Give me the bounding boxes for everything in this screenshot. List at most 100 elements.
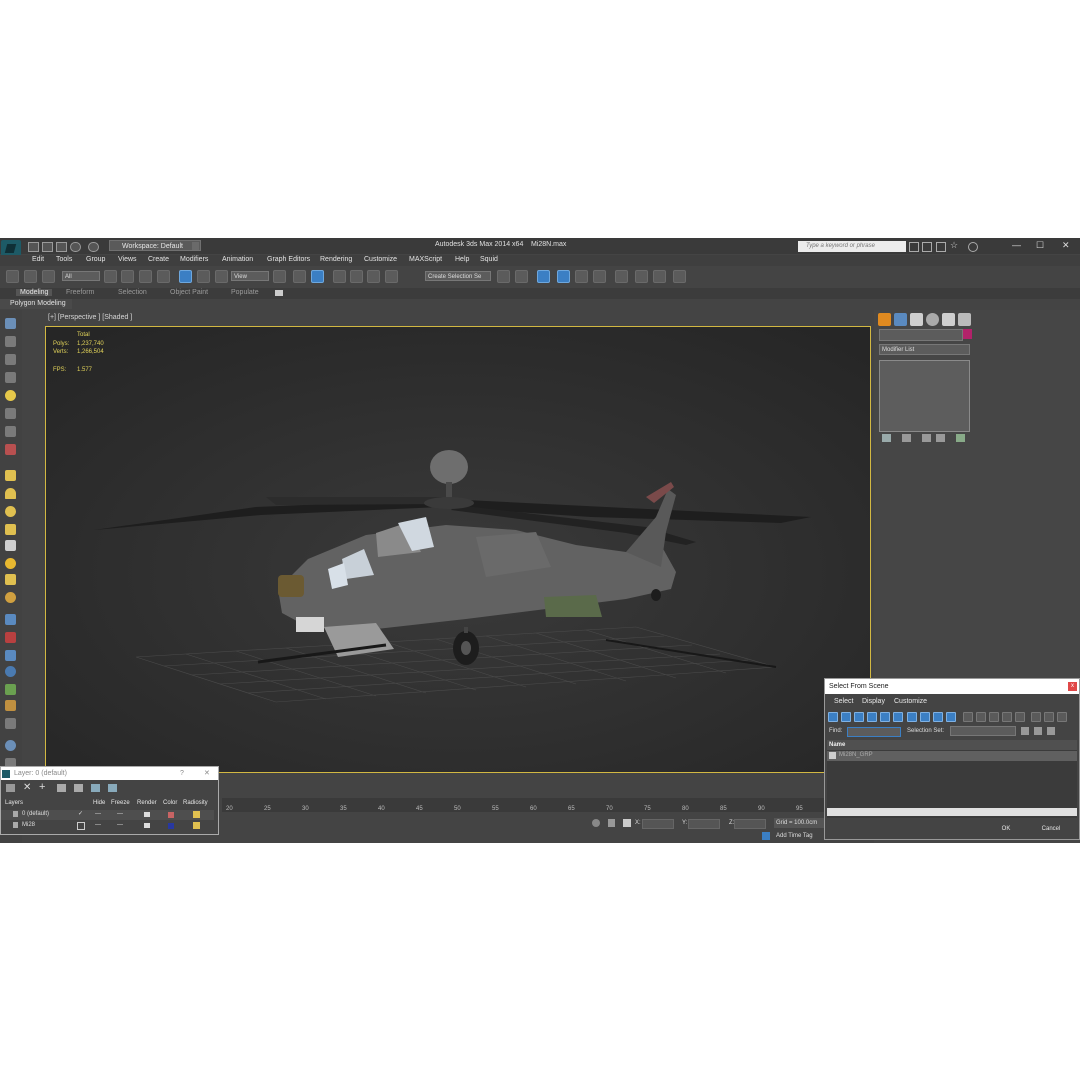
filter-cameras-icon[interactable] [867,712,877,722]
hair-tool-icon[interactable] [5,700,16,711]
x-coordinate-field[interactable] [642,819,674,829]
menu-maxscript[interactable]: MAXScript [409,256,442,263]
menu-animation[interactable]: Animation [222,256,253,263]
filter-geometry-icon[interactable] [828,712,838,722]
z-coordinate-field[interactable] [734,819,766,829]
sun-tool-icon[interactable] [5,558,16,569]
save-file-icon[interactable] [56,242,67,252]
pin-stack-icon[interactable] [882,434,891,442]
box-tool-icon[interactable] [5,470,16,481]
pattern-tool-icon[interactable] [5,614,16,625]
add-time-tag-button[interactable]: Add Time Tag [776,833,813,839]
menu-modifiers[interactable]: Modifiers [180,256,208,263]
remove-set-icon[interactable] [1034,727,1042,735]
rect-selection-icon[interactable] [139,270,152,283]
grid-tool-icon[interactable] [5,372,16,383]
tab-object-paint[interactable]: Object Paint [170,289,208,296]
reference-coordinate-dropdown[interactable]: View [231,271,269,281]
tab-freeform[interactable]: Freeform [66,289,94,296]
menu-group[interactable]: Group [86,256,105,263]
torus-tool-icon[interactable] [5,592,16,603]
rendered-frame-window-icon[interactable] [653,270,666,283]
modifier-stack[interactable] [879,360,970,432]
redo-icon[interactable] [88,242,99,252]
timeline[interactable]: 20 25 30 35 40 45 50 55 60 65 70 75 80 8… [222,798,826,812]
sphere-tool-icon[interactable] [5,318,16,329]
filter-groups-icon[interactable] [907,712,917,722]
paint-tool-icon[interactable] [5,632,16,643]
favorites-star-icon[interactable]: ☆ [950,240,958,251]
add-set-icon[interactable] [1021,727,1029,735]
select-object-icon[interactable] [104,270,117,283]
lock-selection-icon[interactable] [608,819,615,827]
select-scale-icon[interactable] [215,270,228,283]
align-icon[interactable] [515,270,528,283]
menu-rendering[interactable]: Rendering [320,256,352,263]
select-rotate-icon[interactable] [197,270,210,283]
menu-edit[interactable]: Edit [32,256,44,263]
column-radiosity[interactable]: Radiosity [183,800,208,806]
workspace-dropdown[interactable]: Workspace: Default [109,240,201,251]
menu-help[interactable]: Help [455,256,469,263]
cancel-button[interactable]: Cancel [1030,824,1072,835]
configure-sets-icon[interactable] [956,434,965,442]
help-button[interactable]: ? [180,767,184,780]
radiosity-icon[interactable] [193,822,200,829]
highlight-layer-icon[interactable] [91,784,100,792]
display-invert-icon[interactable] [989,712,999,722]
find-input[interactable] [847,727,901,737]
dome-tool-icon[interactable] [5,488,16,499]
keyboard-shortcut-override-icon[interactable] [311,270,324,283]
layer-explorer-icon[interactable] [537,270,550,283]
render-teapot-icon[interactable] [144,823,150,828]
help-icon[interactable] [968,242,978,252]
motion-tab-icon[interactable] [926,313,939,326]
close-icon[interactable]: ✕ [1062,240,1070,251]
modifier-list-dropdown[interactable]: Modifier List [879,344,970,355]
hide-all-icon[interactable] [108,784,117,792]
layer-color-swatch[interactable] [168,823,174,829]
render-production-icon[interactable] [673,270,686,283]
time-tag-icon[interactable] [762,832,770,840]
selection-set-dropdown[interactable] [950,726,1016,736]
column-layers[interactable]: Layers [5,800,23,806]
cloth-tool-icon[interactable] [5,718,16,729]
object-name-field[interactable] [879,329,963,341]
display-none-icon[interactable] [976,712,986,722]
bind-space-warp-icon[interactable] [42,270,55,283]
sfs-menu-display[interactable]: Display [862,698,885,705]
schematic-view-icon[interactable] [593,270,606,283]
sphere-primitive-icon[interactable] [5,506,16,517]
figure-tool-icon[interactable] [5,426,16,437]
add-selected-icon[interactable] [57,784,66,792]
named-selection-set-field[interactable]: Create Selection Se [425,271,491,281]
tab-populate[interactable]: Populate [231,289,259,296]
object-color-swatch[interactable] [963,329,972,339]
column-color[interactable]: Color [163,800,177,806]
y-coordinate-field[interactable] [688,819,720,829]
horizontal-scrollbar[interactable] [827,808,1077,816]
layer-row[interactable]: Mi28 — — [1,821,214,831]
hierarchy-tab-icon[interactable] [910,313,923,326]
menu-tools[interactable]: Tools [56,256,72,263]
display-all-icon[interactable] [963,712,973,722]
hide-toggle[interactable]: — [95,811,101,817]
unlink-icon[interactable] [24,270,37,283]
selection-filter-dropdown[interactable]: All [62,271,100,281]
cone-tool-icon[interactable] [5,540,16,551]
window-crossing-icon[interactable] [157,270,170,283]
hide-toggle[interactable]: — [95,822,101,828]
display-tab-icon[interactable] [942,313,955,326]
menu-create[interactable]: Create [148,256,169,263]
radiosity-icon[interactable] [193,811,200,818]
curve-editor-icon[interactable] [575,270,588,283]
polygon-modeling-panel[interactable]: Polygon Modeling [0,299,72,309]
filter-bones-icon[interactable] [933,712,943,722]
exchange-icon[interactable] [936,242,946,252]
pivot-center-icon[interactable] [273,270,286,283]
filter-shapes-icon[interactable] [841,712,851,722]
column-render[interactable]: Render [137,800,157,806]
binoculars-icon[interactable] [909,242,919,252]
maximize-icon[interactable]: ☐ [1036,240,1044,251]
isolate-icon[interactable] [592,819,600,827]
